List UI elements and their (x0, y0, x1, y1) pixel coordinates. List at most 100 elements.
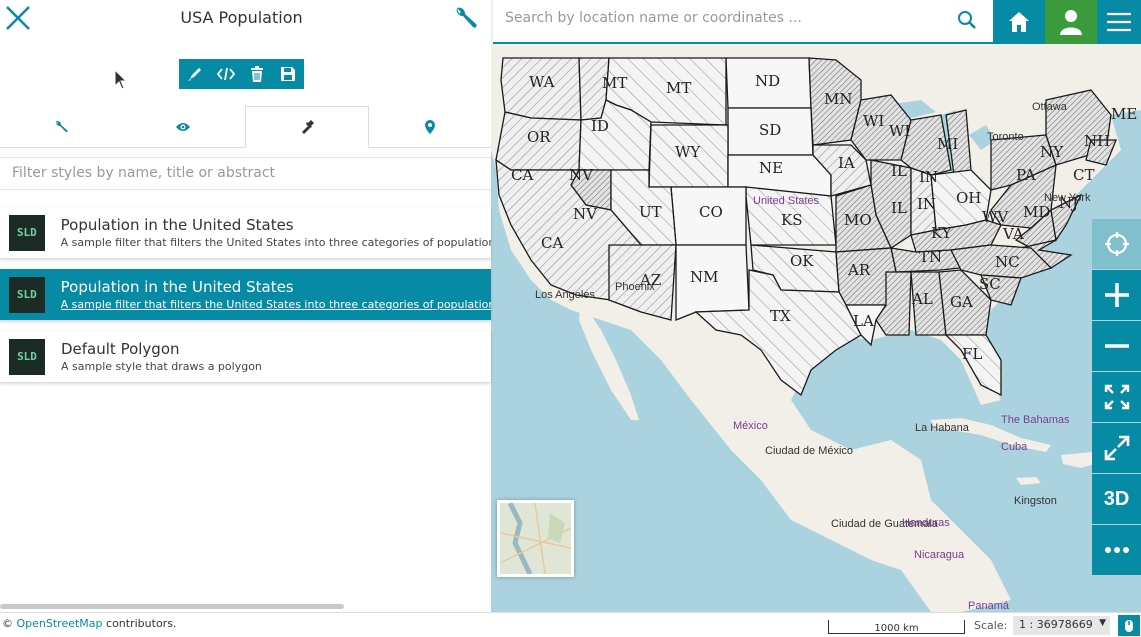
sld-thumbnail: SLD (9, 214, 45, 251)
svg-text:NY: NY (1040, 143, 1064, 161)
svg-text:CO: CO (699, 203, 723, 221)
scale-dropdown[interactable]: 1 : 36978669 ▼ (1013, 616, 1110, 635)
tab-display[interactable] (122, 106, 244, 147)
svg-text:AL: AL (911, 290, 933, 308)
scale-value: 1 : 36978669 (1019, 618, 1093, 631)
trash-icon[interactable] (241, 59, 272, 89)
style-toolbar (179, 59, 304, 89)
svg-text:NE: NE (759, 159, 783, 177)
tab-fields[interactable] (369, 106, 491, 147)
sld-thumbnail: SLD (9, 338, 45, 375)
svg-text:NV: NV (569, 166, 594, 184)
svg-text:Honduras: Honduras (902, 517, 950, 529)
tab-general[interactable] (0, 106, 122, 147)
more-options-button[interactable] (1092, 525, 1141, 575)
svg-text:OR: OR (527, 128, 551, 146)
scale-bar: 1000 km (828, 620, 965, 634)
fullscreen-button[interactable] (1092, 423, 1141, 473)
search-input[interactable]: Search by location name or coordinates .… (505, 10, 802, 26)
wrench-small-icon (55, 120, 68, 133)
brush-icon[interactable] (179, 59, 210, 89)
svg-text:WA: WA (529, 73, 555, 91)
svg-text:CA: CA (511, 166, 533, 184)
code-icon[interactable] (210, 59, 241, 89)
user-button[interactable] (1045, 0, 1097, 44)
mouse-pointer-icon (114, 68, 128, 91)
locate-button[interactable] (1092, 219, 1141, 269)
styles-panel: USA Population Filter styles by name, ti… (0, 0, 491, 612)
filter-styles-input[interactable]: Filter styles by name, title or abstract (0, 157, 491, 190)
home-icon (1009, 12, 1029, 32)
minus-icon (1104, 344, 1129, 348)
svg-text:OK: OK (790, 252, 814, 270)
wrench-icon[interactable] (451, 4, 479, 32)
svg-text:IN: IN (917, 195, 936, 213)
style-description: A sample style that draws a polygon (61, 360, 262, 373)
svg-text:WY: WY (675, 143, 701, 161)
svg-text:CT: CT (1073, 166, 1094, 184)
zoom-in-button[interactable] (1092, 270, 1141, 320)
svg-text:MI: MI (937, 135, 958, 153)
background-selector-thumbnail[interactable] (497, 500, 574, 577)
style-item[interactable]: SLD Default Polygon A sample style that … (0, 331, 491, 383)
tab-style[interactable] (244, 106, 369, 148)
style-title: Population in the United States (60, 216, 294, 234)
svg-text:NV: NV (573, 205, 598, 223)
home-button[interactable] (993, 0, 1045, 44)
3d-toggle-button[interactable]: 3D (1092, 474, 1141, 524)
svg-text:IA: IA (838, 154, 855, 172)
style-item-selected[interactable]: SLD Population in the United States A sa… (0, 269, 491, 321)
hamburger-icon (1107, 12, 1131, 32)
svg-text:MN: MN (824, 90, 852, 108)
search-bar[interactable]: Search by location name or coordinates .… (493, 0, 993, 44)
svg-text:WI: WI (863, 112, 884, 130)
save-icon[interactable] (272, 59, 303, 89)
style-description: A sample filter that filters the United … (60, 236, 491, 249)
extent-icon (1104, 384, 1129, 410)
mouse-position-button[interactable] (1118, 615, 1140, 636)
close-icon[interactable] (4, 4, 32, 32)
svg-text:Phoenix: Phoenix (615, 281, 655, 293)
svg-text:AR: AR (847, 261, 871, 279)
map-marker-icon (424, 120, 435, 134)
svg-text:IL: IL (891, 162, 907, 180)
3d-label: 3D (1103, 487, 1130, 510)
map-canvas[interactable]: WA MT MT ND MN ME OR ID SD WI WI MI NH N… (491, 0, 1141, 612)
style-item[interactable]: SLD Population in the United States A sa… (0, 207, 491, 259)
svg-text:Ottawa: Ottawa (1032, 101, 1068, 113)
eye-icon (176, 123, 191, 131)
svg-text:NC: NC (995, 253, 1020, 271)
svg-text:CA: CA (541, 234, 563, 252)
svg-text:MT: MT (666, 79, 691, 97)
svg-text:FL: FL (962, 345, 982, 363)
map-view[interactable]: WA MT MT ND MN ME OR ID SD WI WI MI NH N… (491, 0, 1141, 612)
svg-text:OH: OH (956, 189, 981, 207)
style-title: Population in the United States (60, 278, 294, 296)
svg-text:NM: NM (690, 268, 718, 286)
expand-icon (1104, 435, 1129, 461)
svg-text:Los Angeles: Los Angeles (535, 289, 595, 301)
menu-button[interactable] (1097, 0, 1141, 44)
search-icon[interactable] (955, 8, 979, 32)
svg-text:LA: LA (853, 312, 874, 330)
svg-text:United States: United States (753, 195, 820, 207)
attribution: © OpenStreetMap contributors. (2, 617, 177, 630)
zoom-to-extent-button[interactable] (1092, 372, 1141, 422)
svg-text:Nicaragua: Nicaragua (914, 549, 965, 561)
style-list: SLD Population in the United States A sa… (0, 207, 491, 393)
svg-text:WV: WV (982, 208, 1009, 226)
zoom-out-button[interactable] (1092, 321, 1141, 371)
openstreetmap-link[interactable]: OpenStreetMap (17, 617, 103, 630)
svg-text:SD: SD (759, 121, 781, 139)
svg-text:New York: New York (1044, 192, 1091, 204)
plus-icon (1104, 283, 1129, 307)
svg-text:KY: KY (931, 224, 953, 242)
svg-text:GA: GA (950, 293, 973, 311)
svg-text:La Habana: La Habana (915, 422, 970, 434)
svg-text:México: México (733, 420, 768, 432)
svg-text:The Bahamas: The Bahamas (1001, 414, 1070, 426)
crosshair-icon (1104, 232, 1129, 256)
svg-text:ID: ID (591, 117, 609, 135)
horizontal-scrollbar[interactable] (0, 604, 344, 609)
svg-text:IL: IL (891, 199, 907, 217)
